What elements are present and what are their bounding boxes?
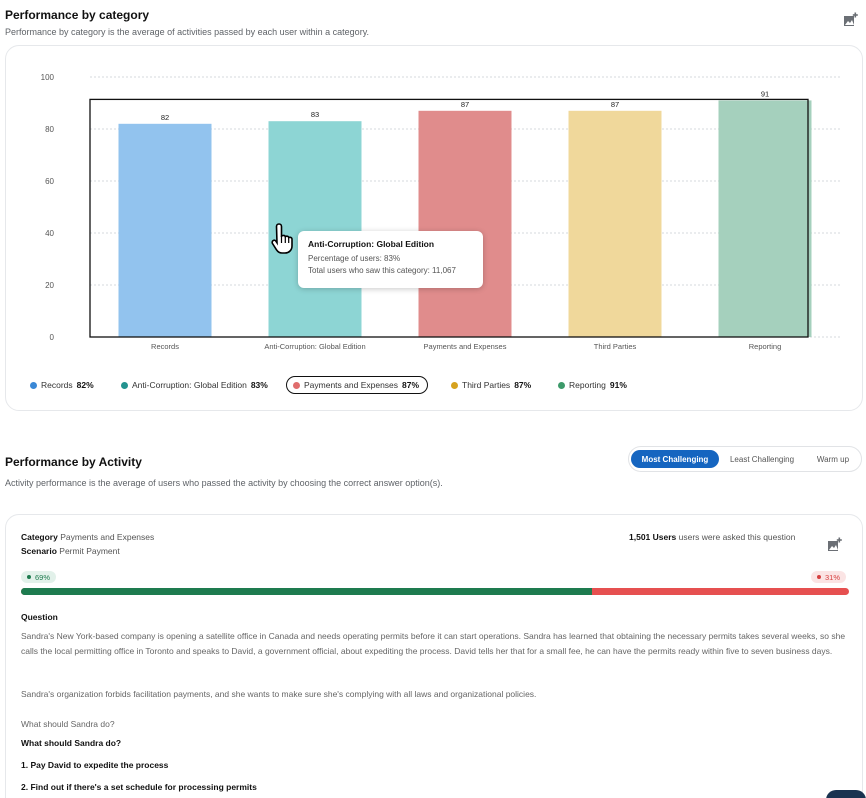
chart-legend: Records 82% Anti-Corruption: Global Edit… — [24, 376, 724, 396]
add-image-icon[interactable] — [843, 12, 859, 28]
legend-label: Anti-Corruption: Global Edition — [132, 380, 247, 390]
legend-value: 87% — [514, 380, 532, 390]
chat-button[interactable] — [826, 790, 866, 798]
activity-card: Category Payments and Expenses Scenario … — [5, 514, 863, 798]
legend-value: 83% — [250, 380, 268, 390]
bar-4 — [568, 110, 662, 337]
legend-dot — [30, 381, 37, 389]
y-tick-label: 20 — [45, 281, 54, 290]
category-meta: Category Payments and Expenses — [21, 532, 154, 542]
data-label: 82 — [161, 113, 169, 122]
tooltip-total-users: Total users who saw this category: 11,06… — [308, 266, 456, 275]
question-prompt: What should Sandra do? — [21, 719, 115, 729]
y-tick-label: 0 — [50, 333, 55, 342]
activity-section-subtitle: Activity performance is the average of u… — [5, 478, 443, 488]
x-tick-label: Third Parties — [594, 342, 637, 351]
tab-least-challenging[interactable]: Least Challenging — [721, 450, 803, 468]
question-label: Question — [21, 612, 58, 622]
legend-dot — [121, 381, 128, 389]
legend-label: Third Parties — [462, 380, 511, 390]
tooltip-percentage: Percentage of users: 83% — [308, 254, 401, 263]
users-asked: 1,501 Users users were asked this questi… — [629, 532, 795, 542]
legend-dot — [293, 381, 300, 389]
fail-dot — [817, 575, 821, 579]
fail-percentage-badge: 31% — [811, 571, 847, 583]
hand-pointer-icon — [270, 222, 298, 256]
legend-value: 82% — [76, 380, 94, 390]
legend-label: Records — [41, 380, 73, 390]
x-tick-label: Payments and Expenses — [424, 342, 507, 351]
activity-filter-toggle: Most Challenging Least Challenging Warm … — [628, 446, 862, 472]
y-tick-label: 40 — [45, 229, 54, 238]
category-chart-card: 0 20 40 60 80 100 82 Records 83 Anti-Corruption: … — [5, 45, 863, 411]
legend-item-third-parties[interactable]: Third Parties 87% — [451, 376, 531, 394]
users-count: 1,501 Users — [629, 532, 677, 542]
question-prompt-bold: What should Sandra do? — [21, 738, 122, 748]
category-label: Category — [21, 532, 58, 542]
legend-dot — [558, 381, 565, 389]
pass-percentage-badge: 69% — [21, 571, 57, 583]
tab-most-challenging[interactable]: Most Challenging — [631, 450, 719, 468]
legend-label: Payments and Expenses — [304, 380, 399, 390]
legend-item-reporting[interactable]: Reporting 91% — [558, 376, 627, 394]
tooltip-title: Anti-Corruption: Global Edition — [308, 239, 435, 249]
activity-section-title: Performance by Activity — [5, 455, 142, 469]
category-value: Payments and Expenses — [60, 532, 155, 542]
legend-label: Reporting — [569, 380, 606, 390]
answer-option-1: 1. Pay David to expedite the process — [21, 760, 169, 770]
y-tick-label: 80 — [45, 125, 54, 134]
fail-percentage: 31% — [825, 572, 841, 582]
legend-item-payments-expenses[interactable]: Payments and Expenses 87% — [286, 376, 429, 394]
legend-value: 87% — [402, 380, 420, 390]
scenario-value: Permit Payment — [59, 546, 120, 556]
pass-percentage: 69% — [35, 572, 51, 582]
legend-dot — [451, 381, 458, 389]
bar-5 — [718, 100, 812, 338]
data-label: 91 — [761, 89, 769, 98]
add-image-icon[interactable] — [827, 537, 843, 553]
answer-option-2: 2. Find out if there's a set schedule fo… — [21, 782, 257, 792]
bar-3 — [418, 110, 512, 337]
scenario-meta: Scenario Permit Payment — [21, 546, 120, 556]
scenario-label: Scenario — [21, 546, 57, 556]
data-label: 83 — [311, 110, 319, 119]
x-tick-label: Reporting — [749, 342, 782, 351]
question-paragraph-1: Sandra's New York-based company is openi… — [21, 631, 846, 656]
question-paragraph-2: Sandra's organization forbids facilitati… — [21, 689, 537, 699]
y-tick-label: 60 — [45, 177, 54, 186]
pass-dot — [27, 575, 31, 579]
tab-warm-up[interactable]: Warm up — [807, 450, 859, 468]
x-tick-label: Anti-Corruption: Global Edition — [264, 342, 365, 351]
category-section-subtitle: Performance by category is the average o… — [5, 27, 370, 37]
chart-tooltip: Anti-Corruption: Global Edition Percenta… — [298, 231, 483, 288]
legend-item-anti-corruption[interactable]: Anti-Corruption: Global Edition 83% — [121, 376, 268, 394]
y-tick-label: 100 — [41, 73, 55, 82]
category-section-title: Performance by category — [5, 8, 150, 22]
x-tick-label: Records — [151, 342, 179, 351]
pass-fill — [21, 588, 593, 595]
data-label: 87 — [611, 100, 619, 109]
bar-1 — [118, 123, 212, 337]
category-bar-chart: 0 20 40 60 80 100 82 Records 83 Anti-Corruption: … — [41, 73, 840, 351]
legend-item-records[interactable]: Records 82% — [30, 376, 94, 394]
pass-fail-bar — [21, 588, 849, 595]
legend-value: 91% — [609, 380, 627, 390]
users-text: users were asked this question — [678, 532, 796, 542]
data-label: 87 — [461, 100, 469, 109]
